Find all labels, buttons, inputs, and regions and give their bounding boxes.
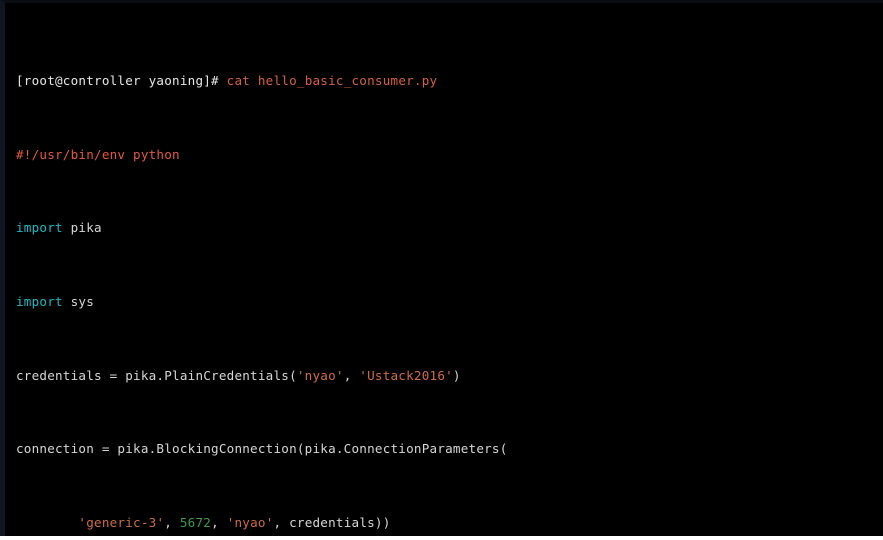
- shebang-comment: #!/usr/bin/env python: [16, 146, 180, 162]
- keyword-import: import: [16, 220, 63, 236]
- screen-root: [root@controller yaoning]# cat hello_bas…: [0, 0, 883, 540]
- tail: , credentials)): [273, 514, 391, 530]
- code-line-connection-args: 'generic-3', 5672, 'nyao', credentials)): [16, 514, 883, 532]
- code-line-credentials: credentials = pika.PlainCredentials('nya…: [16, 367, 883, 385]
- shell-prompt: [root@controller yaoning]#: [16, 73, 219, 89]
- credentials-expr: credentials = pika.PlainCredentials(: [16, 367, 297, 383]
- close-paren: ): [452, 367, 461, 383]
- string-vhost: 'nyao': [226, 514, 274, 530]
- code-line-import-pika: import pika: [16, 219, 883, 237]
- string-password: 'Ustack2016': [359, 367, 453, 383]
- code-line-import-sys: import sys: [16, 293, 883, 311]
- keyword-import: import: [16, 294, 63, 310]
- comma: ,: [164, 514, 180, 530]
- shell-command: cat hello_basic_consumer.py: [226, 73, 438, 89]
- number-port: 5672: [179, 514, 212, 530]
- comma: ,: [211, 514, 227, 530]
- connection-expr: connection = pika.BlockingConnection(pik…: [16, 441, 508, 457]
- module-name-pika: pika: [70, 220, 102, 236]
- string-host: 'generic-3': [78, 514, 165, 530]
- terminal-line-prompt: [root@controller yaoning]# cat hello_bas…: [16, 72, 883, 90]
- module-name-sys: sys: [70, 294, 95, 310]
- string-user: 'nyao': [296, 367, 344, 383]
- code-line-connection: connection = pika.BlockingConnection(pik…: [16, 440, 883, 458]
- comma: ,: [343, 367, 360, 383]
- code-line-shebang: #!/usr/bin/env python: [16, 146, 883, 164]
- terminal-window[interactable]: [root@controller yaoning]# cat hello_bas…: [0, 0, 883, 536]
- terminal-output[interactable]: [root@controller yaoning]# cat hello_bas…: [16, 17, 883, 536]
